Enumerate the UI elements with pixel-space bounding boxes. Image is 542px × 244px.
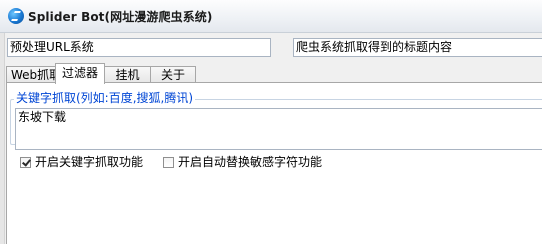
left-edge-strip — [0, 33, 5, 244]
url-preprocess-field[interactable]: 预处理URL系统 — [7, 38, 271, 57]
keyword-capture-checkbox-row[interactable]: 开启关键字抓取功能 — [20, 155, 143, 169]
tab-about[interactable]: 关于 — [150, 66, 196, 83]
keyword-group-label: 关键字抓取(列如:百度,搜狐,腾讯) — [14, 91, 196, 105]
tab-hook[interactable]: 挂机 — [104, 66, 151, 83]
tab-filter[interactable]: 过滤器 — [55, 63, 105, 84]
window-title: Splider Bot(网址漫游爬虫系统) — [28, 9, 213, 24]
filter-tab-panel: 关键字抓取(列如:百度,搜狐,腾讯) 东坡下载 开启关键字抓取功能 开启自动替换… — [6, 82, 542, 244]
title-bar[interactable]: Splider Bot(网址漫游爬虫系统) — [0, 0, 542, 33]
auto-replace-checkbox[interactable] — [163, 156, 174, 168]
keyword-input[interactable]: 东坡下载 — [15, 108, 542, 150]
keyword-capture-label[interactable]: 开启关键字抓取功能 — [35, 155, 143, 169]
auto-replace-checkbox-row[interactable]: 开启自动替换敏感字符功能 — [163, 155, 322, 169]
keyword-capture-checkbox[interactable] — [20, 156, 31, 168]
app-logo-icon — [8, 8, 24, 24]
auto-replace-label[interactable]: 开启自动替换敏感字符功能 — [178, 155, 322, 169]
tab-strip: Web抓取 过滤器 挂机 关于 — [6, 63, 196, 84]
crawled-title-field[interactable]: 爬虫系统抓取得到的标题内容 — [293, 38, 542, 57]
tab-web-crawl[interactable]: Web抓取 — [6, 66, 61, 83]
